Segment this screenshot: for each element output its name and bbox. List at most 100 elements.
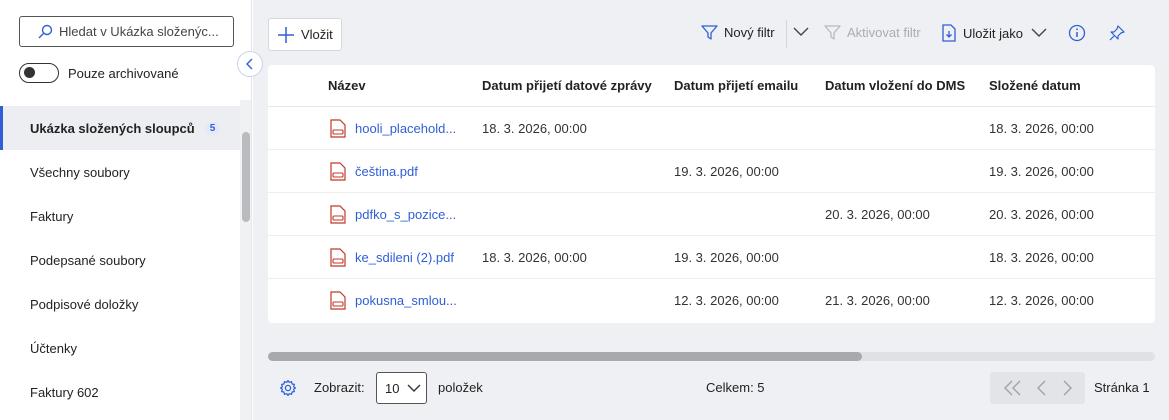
- sidebar-item-label: Faktury: [30, 208, 74, 224]
- pdf-file-icon: [330, 118, 346, 138]
- sidebar-item-label: Podpisové doložky: [30, 296, 139, 312]
- gear-icon[interactable]: [279, 379, 297, 397]
- cell-email-date: 19. 3. 2026, 00:00: [674, 163, 779, 179]
- file-name: pdfko_s_pozice...: [355, 206, 457, 222]
- column-header-composed-date[interactable]: Složené datum: [989, 78, 1081, 93]
- toolbar-divider: [786, 20, 787, 48]
- file-name: ke_sdileni (2).pdf: [355, 249, 454, 265]
- sidebar-item-receipts[interactable]: Účtenky: [0, 326, 240, 370]
- total-count: Celkem: 5: [706, 380, 765, 395]
- page-size-select[interactable]: 10: [376, 372, 427, 404]
- table-row[interactable]: čeština.pdf 19. 3. 2026, 00:00 19. 3. 20…: [268, 150, 1155, 193]
- cell-composed-date: 12. 3. 2026, 00:00: [989, 293, 1094, 308]
- file-link[interactable]: ke_sdileni (2).pdf: [330, 247, 454, 267]
- horizontal-scrollbar-thumb[interactable]: [268, 352, 862, 361]
- sidebar-item-signed-files[interactable]: Podepsané soubory: [0, 238, 240, 282]
- items-label: položek: [438, 380, 483, 395]
- table-row[interactable]: pdfko_s_pozice... 20. 3. 2026, 00:00 20.…: [268, 193, 1155, 236]
- pin-icon: [1109, 25, 1125, 41]
- cell-dms-date: 20. 3. 2026, 00:00: [825, 206, 930, 222]
- insert-button[interactable]: Vložit: [268, 18, 342, 51]
- pdf-file-icon: [330, 204, 346, 224]
- table-row[interactable]: hooli_placehold... 18. 3. 2026, 00:00 18…: [268, 107, 1155, 150]
- sidebar-item-label: Účtenky: [30, 340, 77, 356]
- search-icon: [38, 24, 53, 38]
- new-filter-label: Nový filtr: [724, 25, 775, 40]
- page-indicator: Stránka 1: [1094, 380, 1150, 395]
- plus-icon: [278, 26, 294, 43]
- table-footer: Zobrazit: 10 položek Celkem: 5 Stránka 1: [253, 370, 1169, 406]
- filter-dropdown-button[interactable]: [793, 27, 809, 37]
- cell-composed-date: 19. 3. 2026, 00:00: [989, 163, 1094, 179]
- pin-button[interactable]: [1108, 24, 1126, 42]
- chevron-down-icon: [407, 384, 421, 392]
- cell-data-message-date: 18. 3. 2026, 00:00: [482, 249, 587, 265]
- pdf-file-icon: [330, 247, 346, 267]
- sidebar-item-label: Ukázka složených sloupců: [30, 120, 195, 136]
- pdf-file-icon: [330, 161, 346, 181]
- file-link[interactable]: hooli_placehold...: [330, 118, 457, 138]
- file-name: čeština.pdf: [355, 163, 418, 179]
- insert-button-label: Vložit: [301, 27, 333, 42]
- table-row[interactable]: ke_sdileni (2).pdf 18. 3. 2026, 00:00 19…: [268, 236, 1155, 279]
- first-page-icon[interactable]: [1003, 380, 1023, 396]
- column-header-email-date[interactable]: Datum přijetí emailu: [674, 78, 798, 93]
- table-header: Název Datum přijetí datové zprávy Datum …: [268, 65, 1155, 107]
- cell-email-date: 19. 3. 2026, 00:00: [674, 249, 779, 265]
- sidebar-item-invoices-602[interactable]: Faktury 602: [0, 370, 240, 414]
- activate-filter-label: Aktivovat filtr: [847, 25, 921, 40]
- sidebar-item-label: Všechny soubory: [30, 164, 130, 180]
- cell-data-message-date: 18. 3. 2026, 00:00: [482, 120, 587, 136]
- table-row[interactable]: pokusna_smlou... 12. 3. 2026, 00:00 21. …: [268, 279, 1155, 322]
- sidebar-item-signature-clauses[interactable]: Podpisové doložky: [0, 282, 240, 326]
- column-header-name[interactable]: Název: [328, 78, 366, 93]
- archive-toggle[interactable]: [19, 63, 59, 83]
- cell-composed-date: 20. 3. 2026, 00:00: [989, 206, 1094, 222]
- file-link[interactable]: čeština.pdf: [330, 161, 418, 181]
- previous-page-icon[interactable]: [1036, 380, 1048, 396]
- pdf-file-icon: [330, 291, 346, 310]
- column-header-dms-date[interactable]: Datum vložení do DMS: [825, 78, 965, 93]
- sidebar-item-invoices[interactable]: Faktury: [0, 194, 240, 238]
- column-header-data-message-date[interactable]: Datum přijetí datové zprávy: [482, 78, 652, 93]
- sidebar-item-composed-columns[interactable]: Ukázka složených sloupců 5: [0, 106, 240, 150]
- save-as-label: Uložit jako: [963, 25, 1023, 41]
- archive-toggle-row: Pouze archivované: [19, 63, 179, 83]
- file-link[interactable]: pdfko_s_pozice...: [330, 204, 457, 224]
- sidebar: Hledat v Ukázka složenýc... Pouze archiv…: [0, 0, 252, 420]
- archive-toggle-label: Pouze archivované: [68, 65, 179, 81]
- chevron-left-icon: [246, 58, 253, 70]
- search-placeholder: Hledat v Ukázka složenýc...: [59, 24, 219, 39]
- new-filter-button[interactable]: Nový filtr: [701, 24, 775, 41]
- cell-email-date: 12. 3. 2026, 00:00: [674, 293, 779, 308]
- activate-filter-button[interactable]: Aktivovat filtr: [824, 24, 921, 41]
- pagination-controls: [990, 372, 1085, 404]
- info-button[interactable]: [1068, 24, 1086, 42]
- cell-composed-date: 18. 3. 2026, 00:00: [989, 120, 1094, 136]
- file-link[interactable]: pokusna_smlou...: [330, 291, 457, 310]
- filter-icon: [701, 25, 718, 40]
- cell-dms-date: 21. 3. 2026, 00:00: [825, 293, 930, 308]
- sidebar-scrollbar-thumb[interactable]: [242, 132, 250, 222]
- file-name: pokusna_smlou...: [355, 293, 457, 308]
- file-name: hooli_placehold...: [355, 120, 457, 136]
- save-file-icon: [942, 24, 956, 42]
- chevron-down-icon: [1031, 28, 1047, 37]
- collapse-sidebar-button[interactable]: [237, 51, 263, 77]
- sidebar-item-label: Podepsané soubory: [30, 252, 146, 268]
- page-size-value: 10: [385, 380, 400, 396]
- info-icon: [1068, 24, 1086, 42]
- main-area: Vložit Nový filtr Aktivovat filtr Uložit…: [253, 0, 1169, 420]
- sidebar-nav: Ukázka složených sloupců 5 Všechny soubo…: [0, 106, 240, 414]
- files-table: Název Datum přijetí datové zprávy Datum …: [268, 65, 1155, 323]
- save-as-button[interactable]: Uložit jako: [941, 24, 1047, 42]
- show-label: Zobrazit:: [314, 380, 365, 395]
- count-badge: 5: [204, 121, 221, 135]
- next-page-icon[interactable]: [1061, 380, 1073, 396]
- chevron-down-icon: [793, 27, 809, 36]
- search-input[interactable]: Hledat v Ukázka složenýc...: [19, 16, 234, 47]
- filter-icon: [824, 25, 841, 40]
- sidebar-item-all-files[interactable]: Všechny soubory: [0, 150, 240, 194]
- cell-composed-date: 18. 3. 2026, 00:00: [989, 249, 1094, 265]
- sidebar-item-label: Faktury 602: [30, 384, 99, 400]
